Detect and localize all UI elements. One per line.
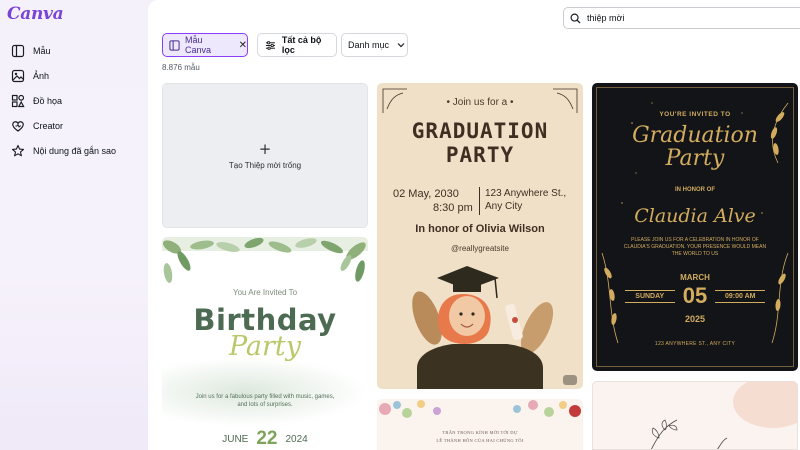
filter-chip-label: Mẫu Canva xyxy=(185,35,212,55)
black-year: 2025 xyxy=(684,314,706,324)
premium-crown-icon xyxy=(563,375,577,385)
sidebar-item-templates[interactable]: Mẫu xyxy=(0,38,148,63)
template-icon xyxy=(169,39,180,51)
template-card-birthday[interactable]: You Are Invited To Birthday Party Join u… xyxy=(162,237,368,450)
sidebar-item-label: Creator xyxy=(33,120,64,131)
graduation-date: 02 May, 2030 8:30 pm xyxy=(393,187,473,215)
black-weekday: SUNDAY xyxy=(624,289,675,303)
birthday-day: 22 xyxy=(256,428,278,449)
template-card-graduation[interactable]: • Join us for a • GRADUATION PARTY 02 Ma… xyxy=(377,83,583,389)
floral-line2: LỄ THÀNH HÔN CỦA HAI CHÚNG TÔI xyxy=(436,438,524,443)
template-card-floral-wedding[interactable]: TRÂN TRỌNG KÍNH MỜI TỚI DỰ LỄ THÀNH HÔN … xyxy=(377,399,583,450)
black-day: 05 xyxy=(682,283,708,308)
category-dropdown[interactable]: Danh mục xyxy=(341,33,408,57)
black-title-line1: Graduation xyxy=(632,123,758,148)
birthday-month: JUNE xyxy=(222,433,249,445)
watercolor-wash xyxy=(162,357,368,427)
graduation-date-line: 02 May, 2030 xyxy=(393,188,459,200)
black-title-line2: Party xyxy=(665,146,725,171)
birthday-subtitle: Party xyxy=(228,331,302,362)
sidebar-item-starred[interactable]: Nội dung đã gắn sao xyxy=(0,138,148,163)
star-icon xyxy=(11,144,25,158)
sidebar-item-graphics[interactable]: Đồ họa xyxy=(0,88,148,113)
sidebar-item-creator[interactable]: Creator xyxy=(0,113,148,138)
all-filters-button[interactable]: Tất cả bộ lọc xyxy=(257,33,337,57)
sidebar-item-label: Mẫu xyxy=(33,45,51,56)
category-label: Danh mục xyxy=(348,40,390,50)
chevron-down-icon xyxy=(397,43,405,48)
black-honor-text: IN HONOR OF xyxy=(675,187,715,193)
graduation-title-line1: GRADUATION xyxy=(411,119,549,143)
search-input[interactable] xyxy=(587,13,787,23)
graduation-address-line1: 123 Anywhere St., xyxy=(485,188,567,199)
create-blank-label: Tạo Thiệp mời trống xyxy=(228,160,302,170)
graduate-illustration xyxy=(412,266,554,389)
shapes-icon xyxy=(11,94,25,108)
sidebar-item-photos[interactable]: Ảnh xyxy=(0,63,148,88)
sidebar-item-label: Đồ họa xyxy=(33,95,63,106)
graduation-title-line2: PARTY xyxy=(445,143,515,167)
graduation-address-line2: Any City xyxy=(485,201,523,212)
graduation-address: 123 Anywhere St., Any City xyxy=(485,187,566,213)
sidebar-item-label: Nội dung đã gắn sao xyxy=(33,145,117,156)
black-date-row: SUNDAY 05 09:00 AM xyxy=(592,283,798,309)
filter-icon xyxy=(265,40,275,50)
all-filters-label: Tất cả bộ lọc xyxy=(281,35,322,55)
template-card-peach[interactable] xyxy=(592,381,798,450)
sidebar-nav: Mẫu Ảnh Đồ họa Creator Nội dung đã gắn s… xyxy=(0,38,148,163)
canva-logo[interactable]: Canva xyxy=(7,4,64,24)
search-box[interactable] xyxy=(563,7,800,29)
graduation-time-line: 8:30 pm xyxy=(433,202,473,214)
black-address: 123 ANYWHERE ST., ANY CITY xyxy=(654,341,736,347)
leaf-sketch-decoration xyxy=(651,382,797,449)
filter-chip-canva-templates[interactable]: Mẫu Canva ✕ xyxy=(162,33,248,57)
black-month: MARCH xyxy=(680,273,710,282)
birthday-date: JUNE 22 2024 xyxy=(162,428,368,450)
black-name: Claudia Alve xyxy=(634,205,756,227)
sidebar: Canva Mẫu Ảnh Đồ họa Creator Nội dung đã… xyxy=(0,0,148,450)
create-blank-card[interactable]: + Tạo Thiệp mời trống xyxy=(162,83,368,228)
graduation-handle: @reallygreatsite xyxy=(451,244,509,253)
black-invited-text: YOU'RE INVITED TO xyxy=(659,111,731,118)
birthday-body: Join us for a fabulous party filled with… xyxy=(195,394,335,408)
search-icon xyxy=(570,9,581,28)
heart-icon xyxy=(11,119,25,133)
sidebar-item-label: Ảnh xyxy=(33,70,50,81)
close-icon[interactable]: ✕ xyxy=(239,40,247,51)
template-icon xyxy=(11,44,25,58)
divider xyxy=(479,187,480,215)
birthday-year: 2024 xyxy=(285,433,308,445)
flower-decoration xyxy=(379,400,581,418)
graduation-join-text: • Join us for a • xyxy=(446,97,514,108)
graduation-honor: In honor of Olivia Wilson xyxy=(415,223,545,235)
floral-line1: TRÂN TRỌNG KÍNH MỜI TỚI DỰ xyxy=(442,430,518,435)
black-body: PLEASE JOIN US FOR A CELEBRATION IN HONO… xyxy=(623,237,767,257)
black-time: 09:00 AM xyxy=(715,289,766,303)
birthday-invite-text: You Are Invited To xyxy=(232,288,298,297)
template-card-black-gold-graduation[interactable]: YOU'RE INVITED TO Graduation Party IN HO… xyxy=(592,83,798,371)
plus-icon: + xyxy=(258,139,272,158)
image-icon xyxy=(11,69,25,83)
result-count: 8.876 mẫu xyxy=(162,63,200,72)
